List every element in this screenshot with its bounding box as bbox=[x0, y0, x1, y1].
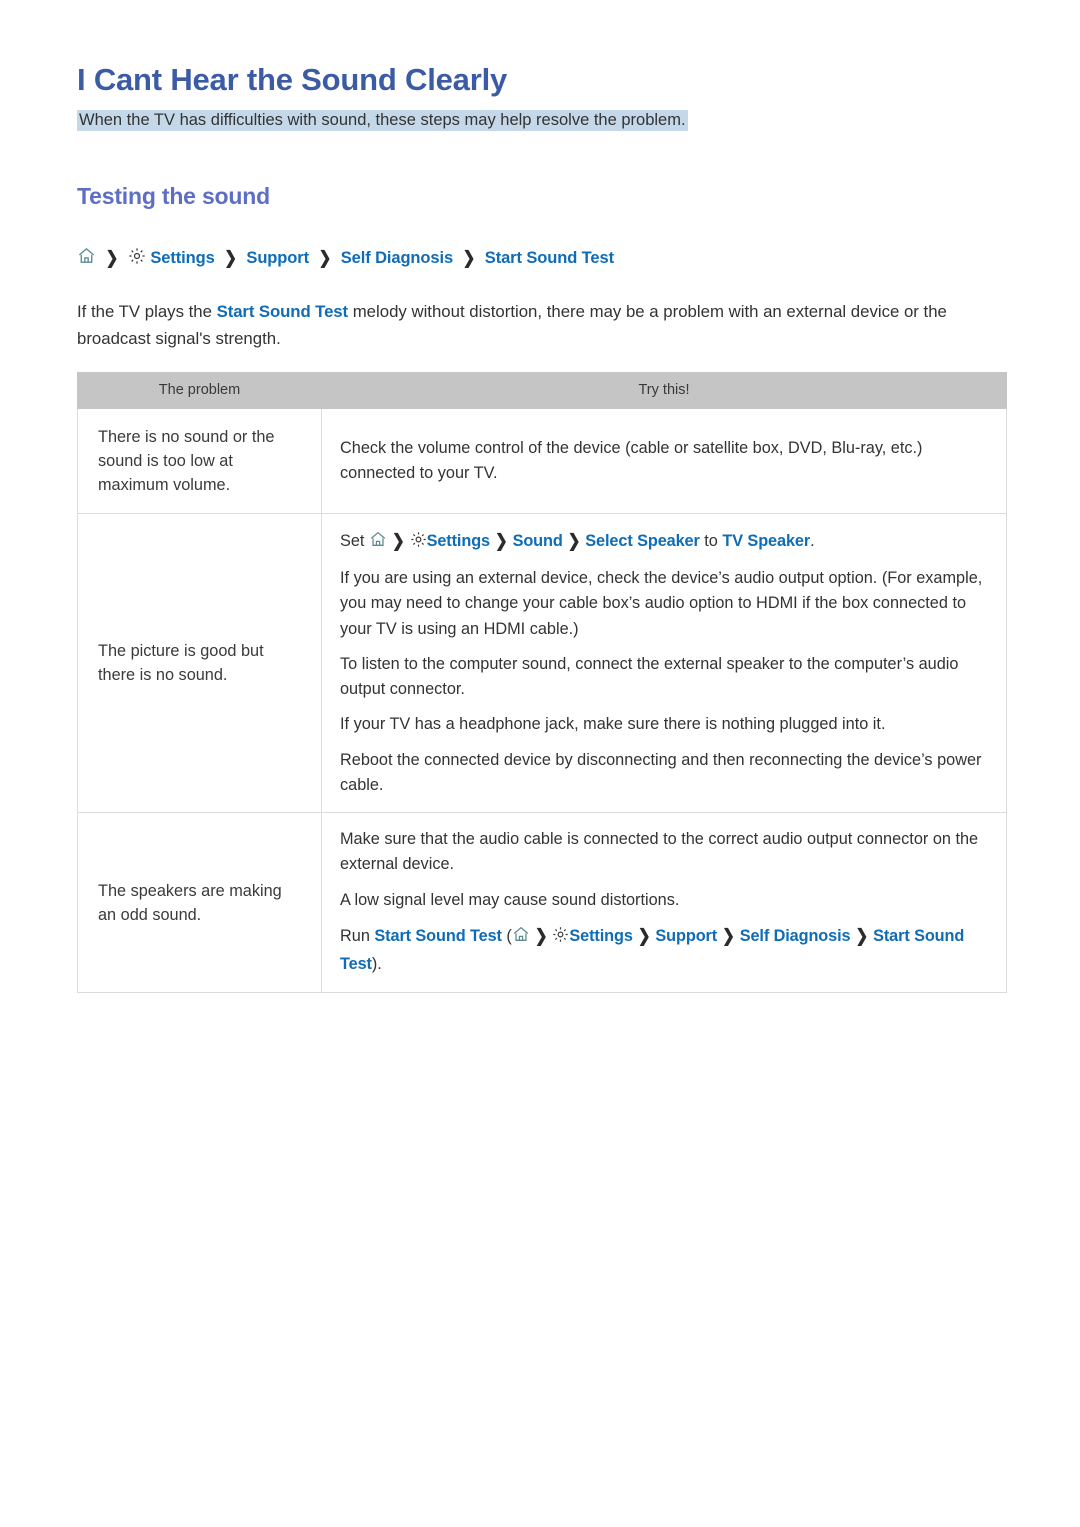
home-icon bbox=[77, 246, 96, 265]
breadcrumb-separator: ❯ bbox=[391, 532, 405, 552]
settings-path-line: Set ❯ Settings ❯ Sound ❯ Select Speaker to TV… bbox=[340, 528, 988, 556]
try-paragraph: Make sure that the audio cable is connec… bbox=[340, 830, 979, 874]
problem-table: The problem Try this! There is no sound … bbox=[77, 372, 1007, 994]
path-mid-word: to bbox=[704, 532, 718, 551]
gear-icon bbox=[128, 247, 146, 265]
run-path-item-settings[interactable]: Settings bbox=[569, 927, 633, 945]
breadcrumb-item-support[interactable]: Support bbox=[246, 249, 309, 267]
breadcrumb-separator: ❯ bbox=[105, 248, 119, 268]
breadcrumb-separator: ❯ bbox=[495, 532, 508, 552]
run-path-item-self-diagnosis[interactable]: Self Diagnosis bbox=[740, 927, 851, 945]
try-this-cell: Make sure that the audio cable is connec… bbox=[321, 812, 1007, 994]
run-link-start-sound-test[interactable]: Start Sound Test bbox=[374, 927, 502, 945]
breadcrumb-separator: ❯ bbox=[722, 926, 735, 947]
try-paragraph: If your TV has a headphone jack, make su… bbox=[340, 715, 886, 734]
breadcrumb-separator: ❯ bbox=[567, 532, 581, 552]
path-item-select-speaker[interactable]: Select Speaker bbox=[585, 532, 700, 550]
table-body: There is no sound or the sound is too lo… bbox=[77, 408, 1007, 994]
page-title: I Cant Hear the Sound Clearly bbox=[77, 62, 508, 97]
table-header-row: The problem Try this! bbox=[77, 372, 1007, 410]
try-paragraph: Reboot the connected device by disconnec… bbox=[340, 750, 982, 794]
breadcrumb-separator: ❯ bbox=[462, 248, 476, 268]
problem-cell: There is no sound or the sound is too lo… bbox=[77, 408, 322, 515]
try-paragraph: A low signal level may cause sound disto… bbox=[340, 890, 680, 909]
table-row: There is no sound or the sound is too lo… bbox=[77, 408, 1007, 515]
breadcrumb: ❯ Settings ❯ Support ❯ Self Diagnosis ❯ … bbox=[77, 246, 1005, 270]
breadcrumb-item-self-diagnosis[interactable]: Self Diagnosis bbox=[341, 249, 453, 267]
try-this-cell: Set ❯ Settings ❯ Sound ❯ Select Speaker to TV… bbox=[321, 513, 1007, 814]
try-paragraph: Check the volume control of the device (… bbox=[340, 438, 923, 483]
run-prefix: Run bbox=[340, 926, 370, 945]
intro-paragraph: If the TV plays the Start Sound Test mel… bbox=[77, 298, 1005, 352]
run-sound-test-line: Run Start Sound Test (❯ Settings ❯ Support ❯… bbox=[340, 923, 988, 978]
close-paren: ). bbox=[371, 954, 382, 973]
breadcrumb-item-start-sound-test[interactable]: Start Sound Test bbox=[485, 249, 614, 267]
path-prefix: Set bbox=[340, 532, 365, 551]
page-content: I Cant Hear the Sound Clearly When the T… bbox=[0, 0, 1080, 994]
table-row: The speakers are making an odd sound. Ma… bbox=[77, 812, 1007, 994]
breadcrumb-separator: ❯ bbox=[224, 248, 237, 268]
gear-icon bbox=[410, 531, 427, 548]
table-header: The problem Try this! bbox=[77, 372, 1007, 410]
path-item-settings[interactable]: Settings bbox=[427, 532, 491, 550]
intro-link-start-sound-test[interactable]: Start Sound Test bbox=[217, 302, 349, 321]
try-paragraph: To listen to the computer sound, connect… bbox=[340, 654, 959, 699]
try-this-cell: Check the volume control of the device (… bbox=[321, 408, 1007, 515]
breadcrumb-separator: ❯ bbox=[855, 926, 869, 947]
breadcrumb-item-settings[interactable]: Settings bbox=[150, 249, 214, 267]
run-path-item-support[interactable]: Support bbox=[655, 927, 717, 945]
path-target-tv-speaker[interactable]: TV Speaker bbox=[722, 532, 810, 550]
breadcrumb-separator: ❯ bbox=[637, 926, 651, 947]
problem-cell: The picture is good but there is no soun… bbox=[77, 513, 322, 814]
home-icon bbox=[369, 530, 387, 548]
problem-cell: The speakers are making an odd sound. bbox=[77, 812, 322, 994]
column-header-try-this: Try this! bbox=[321, 372, 1007, 410]
breadcrumb-separator: ❯ bbox=[534, 926, 548, 947]
try-paragraph: If you are using an external device, che… bbox=[340, 569, 983, 638]
page-subtitle-wrapper: When the TV has difficulties with sound,… bbox=[77, 109, 1005, 133]
section-title: Testing the sound bbox=[77, 182, 270, 209]
page-subtitle: When the TV has difficulties with sound,… bbox=[77, 109, 688, 131]
intro-text-before: If the TV plays the bbox=[77, 301, 217, 321]
breadcrumb-separator: ❯ bbox=[318, 248, 332, 268]
path-item-sound[interactable]: Sound bbox=[513, 532, 563, 550]
column-header-problem: The problem bbox=[77, 372, 322, 410]
home-icon bbox=[512, 925, 530, 943]
gear-icon bbox=[552, 926, 569, 943]
path-suffix: . bbox=[810, 532, 815, 551]
table-row: The picture is good but there is no soun… bbox=[77, 513, 1007, 814]
